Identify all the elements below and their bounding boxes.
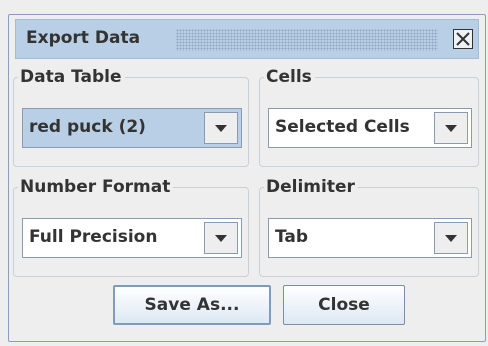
chevron-down-icon: [445, 125, 457, 132]
export-data-dialog: Export Data Data Table red puck (2) Cell…: [8, 14, 486, 342]
cells-value: Selected Cells: [275, 117, 410, 137]
cells-group: Cells Selected Cells: [259, 66, 479, 167]
save-as-button[interactable]: Save As...: [113, 285, 271, 325]
chevron-down-icon: [215, 125, 227, 132]
chevron-down-icon: [445, 235, 457, 242]
data-table-dropdown-button[interactable]: [204, 112, 238, 144]
dialog-title: Export Data: [26, 28, 141, 48]
chevron-down-icon: [215, 235, 227, 242]
delimiter-group: Delimiter Tab: [259, 176, 479, 277]
data-table-value: red puck (2): [29, 117, 146, 137]
data-table-group: Data Table red puck (2): [13, 66, 249, 167]
delimiter-value: Tab: [275, 227, 309, 247]
title-bar[interactable]: Export Data: [15, 19, 479, 59]
number-format-value: Full Precision: [29, 227, 158, 247]
cells-select[interactable]: Selected Cells: [268, 108, 472, 148]
number-format-select[interactable]: Full Precision: [22, 218, 242, 258]
title-bar-grip: [176, 29, 438, 51]
number-format-label: Number Format: [18, 176, 174, 198]
delimiter-label: Delimiter: [264, 176, 358, 198]
cells-dropdown-button[interactable]: [434, 112, 468, 144]
cells-label: Cells: [264, 66, 315, 88]
number-format-group: Number Format Full Precision: [13, 176, 249, 277]
number-format-dropdown-button[interactable]: [204, 222, 238, 254]
close-icon[interactable]: [453, 29, 473, 49]
delimiter-dropdown-button[interactable]: [434, 222, 468, 254]
data-table-label: Data Table: [18, 66, 125, 88]
close-button[interactable]: Close: [283, 285, 405, 325]
delimiter-select[interactable]: Tab: [268, 218, 472, 258]
data-table-select[interactable]: red puck (2): [22, 108, 242, 148]
